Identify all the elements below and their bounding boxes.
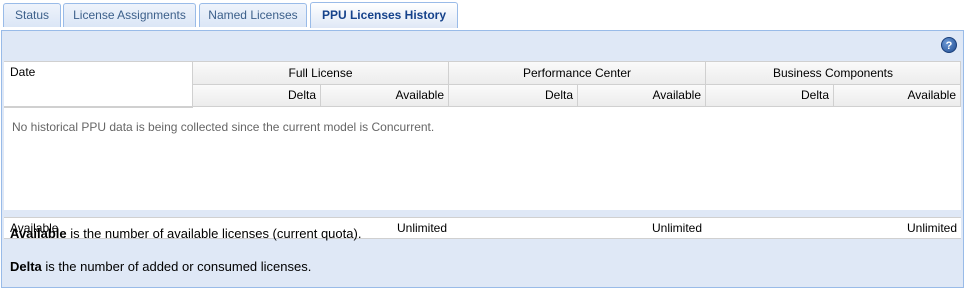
- column-header-business-components-delta[interactable]: Delta: [706, 85, 834, 107]
- legend-delta-text: is the number of added or consumed licen…: [41, 259, 312, 274]
- ppu-history-grid: Date Full License Performance Center Bus…: [4, 61, 961, 210]
- full-license-available-total: Unlimited: [396, 221, 447, 235]
- column-header-performance-center-delta[interactable]: Delta: [449, 85, 578, 107]
- tab-named-licenses[interactable]: Named Licenses: [199, 3, 307, 27]
- empty-grid-message: No historical PPU data is being collecte…: [12, 120, 435, 134]
- legend-available-term: Available: [10, 226, 67, 241]
- column-header-date[interactable]: Date: [4, 62, 193, 107]
- legend-delta: Delta is the number of added or consumed…: [10, 259, 311, 274]
- column-header-full-license-delta[interactable]: Delta: [193, 85, 321, 107]
- legend-delta-term: Delta: [10, 259, 42, 274]
- column-header-full-license-available[interactable]: Available: [321, 85, 449, 107]
- column-header-performance-center-available[interactable]: Available: [578, 85, 706, 107]
- tab-license-assignments[interactable]: License Assignments: [63, 3, 196, 27]
- help-icon[interactable]: ?: [941, 37, 957, 53]
- legend-available-text: is the number of available licenses (cur…: [66, 226, 362, 241]
- performance-center-available-total: Unlimited: [651, 221, 702, 235]
- column-group-business-components: Business Components: [706, 62, 961, 85]
- tab-status[interactable]: Status: [3, 3, 61, 27]
- tab-ppu-licenses-history[interactable]: PPU Licenses History: [310, 2, 458, 28]
- legend-available: Available is the number of available lic…: [10, 226, 361, 241]
- column-group-performance-center: Performance Center: [449, 62, 706, 85]
- tab-bar: Status License Assignments Named License…: [0, 0, 970, 30]
- column-group-full-license: Full License: [193, 62, 449, 85]
- business-components-available-total: Unlimited: [906, 221, 957, 235]
- column-header-business-components-available[interactable]: Available: [834, 85, 961, 107]
- header-divider: [4, 107, 193, 108]
- ppu-history-panel: ? Date Full License Performance Center B…: [1, 30, 964, 288]
